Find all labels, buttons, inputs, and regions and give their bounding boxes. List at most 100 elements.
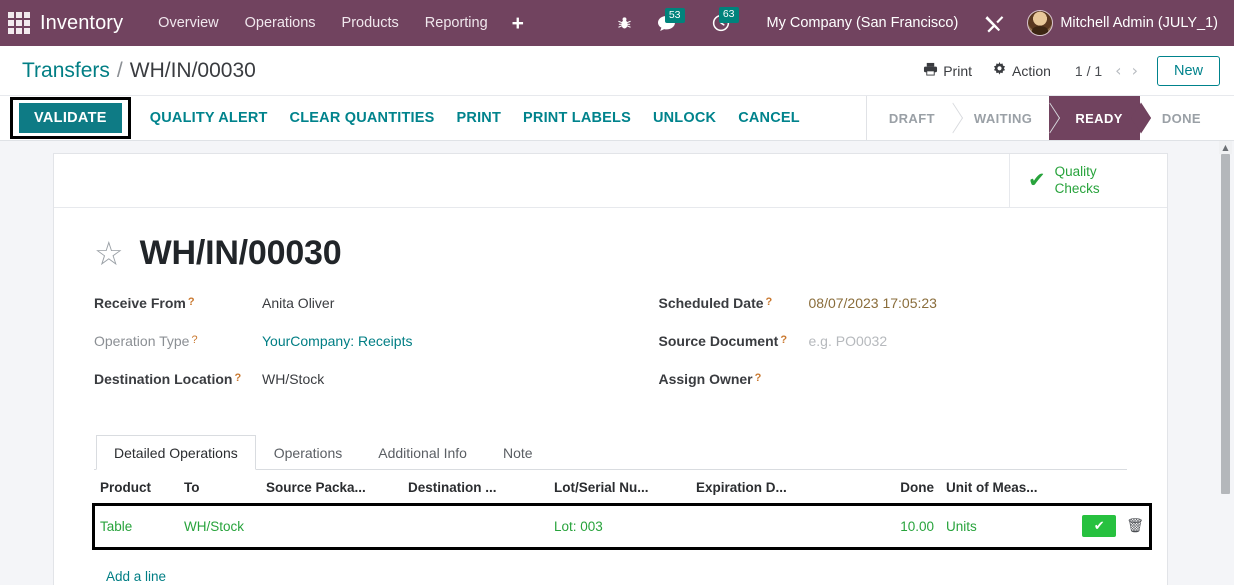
- status-step-draft[interactable]: DRAFT: [866, 96, 952, 140]
- action-label: Action: [1012, 62, 1051, 79]
- help-icon[interactable]: ?: [755, 373, 762, 384]
- user-menu[interactable]: Mitchell Admin (JULY_1): [1019, 7, 1224, 39]
- menu-overview[interactable]: Overview: [145, 9, 231, 37]
- help-icon[interactable]: ?: [191, 335, 197, 346]
- form-column-right: Scheduled Date ? 08/07/2023 17:05:23 Sou…: [611, 295, 1128, 409]
- star-outline-icon[interactable]: ☆: [94, 237, 124, 270]
- gear-icon: [992, 61, 1007, 80]
- new-record-plus-button[interactable]: +: [501, 9, 535, 38]
- vertical-scrollbar[interactable]: ▲: [1219, 141, 1232, 585]
- tab-operations[interactable]: Operations: [256, 435, 360, 470]
- source-document-label-text: Source Document: [658, 333, 779, 349]
- scheduled-date-value[interactable]: 08/07/2023 17:05:23: [809, 295, 937, 311]
- operation-type-label-text: Operation Type: [94, 333, 190, 349]
- printer-icon: [923, 62, 938, 79]
- top-navbar: Inventory Overview Operations Products R…: [0, 0, 1234, 46]
- receive-from-value[interactable]: Anita Oliver: [262, 295, 334, 311]
- column-source-package: Source Packa...: [260, 470, 402, 505]
- cancel-button[interactable]: CANCEL: [727, 102, 811, 134]
- column-done: Done: [866, 470, 940, 505]
- assign-owner-label-text: Assign Owner: [658, 371, 753, 387]
- cell-expiration-date[interactable]: [690, 504, 866, 548]
- messages-count-badge: 53: [664, 7, 685, 23]
- status-step-ready[interactable]: READY: [1049, 96, 1140, 140]
- cell-done[interactable]: 10.00: [866, 504, 940, 548]
- field-operation-type: Operation Type ? YourCompany: Receipts: [94, 333, 611, 355]
- confirm-line-button[interactable]: ✔: [1082, 515, 1117, 537]
- messages-icon[interactable]: 53: [648, 7, 685, 36]
- help-icon[interactable]: ?: [780, 335, 787, 346]
- receive-from-label: Receive From ?: [94, 295, 262, 311]
- table-header: Product To Source Packa... Destination .…: [94, 470, 1150, 505]
- detailed-operations-table: Product To Source Packa... Destination .…: [92, 470, 1152, 585]
- stat-button-box: ✔ Quality Checks: [54, 154, 1167, 208]
- table-row[interactable]: Table WH/Stock Lot: 003 10.00 Units ✔ 🗑: [92, 502, 1152, 550]
- table-body: Table WH/Stock Lot: 003 10.00 Units ✔ 🗑 …: [92, 502, 1152, 585]
- developer-tools-icon[interactable]: [972, 9, 1017, 37]
- clear-quantities-button[interactable]: CLEAR QUANTITIES: [279, 102, 446, 134]
- destination-location-value[interactable]: WH/Stock: [262, 371, 324, 387]
- pager-next-icon[interactable]: ›: [1127, 59, 1143, 82]
- help-icon[interactable]: ?: [234, 373, 241, 384]
- column-to: To: [178, 470, 260, 505]
- apps-grid-icon[interactable]: [6, 10, 32, 36]
- field-receive-from: Receive From ? Anita Oliver: [94, 295, 611, 317]
- cell-destination-package[interactable]: [402, 504, 548, 548]
- quality-checks-label: Quality Checks: [1055, 164, 1100, 197]
- form-fields: Receive From ? Anita Oliver Operation Ty…: [94, 295, 1127, 409]
- scroll-up-arrow-icon[interactable]: ▲: [1219, 141, 1232, 154]
- scheduled-date-label: Scheduled Date ?: [659, 295, 809, 311]
- tab-note[interactable]: Note: [485, 435, 551, 470]
- pager-previous-icon[interactable]: ‹: [1110, 59, 1126, 82]
- source-document-label: Source Document ?: [659, 333, 809, 349]
- print-button[interactable]: Print: [913, 56, 982, 85]
- operation-type-label: Operation Type ?: [94, 333, 262, 349]
- cell-source-package[interactable]: [260, 504, 402, 548]
- form-scroll-area: ✔ Quality Checks ☆ WH/IN/00030 Receive F…: [0, 153, 1234, 585]
- print-labels-button[interactable]: PRINT LABELS: [512, 102, 642, 134]
- source-document-input[interactable]: e.g. PO0032: [809, 333, 888, 349]
- status-step-done[interactable]: DONE: [1139, 96, 1218, 140]
- menu-reporting[interactable]: Reporting: [412, 9, 501, 37]
- breadcrumb-transfers[interactable]: Transfers: [22, 59, 110, 83]
- cell-unit-of-measure[interactable]: Units: [940, 504, 1050, 548]
- tab-additional-info[interactable]: Additional Info: [360, 435, 485, 470]
- print-statusbar-button[interactable]: PRINT: [446, 102, 513, 134]
- cell-product[interactable]: Table: [94, 504, 178, 548]
- column-destination-package: Destination ...: [402, 470, 548, 505]
- breadcrumb-separator: /: [116, 58, 123, 82]
- print-label: Print: [943, 62, 972, 79]
- bug-icon[interactable]: [608, 11, 646, 35]
- quality-alert-button[interactable]: QUALITY ALERT: [139, 102, 279, 134]
- scrollbar-thumb[interactable]: [1221, 154, 1230, 494]
- form-column-left: Receive From ? Anita Oliver Operation Ty…: [94, 295, 611, 409]
- new-button[interactable]: New: [1156, 55, 1220, 86]
- navbar-right-group: 53 63 My Company (San Francisco) Mitchel…: [608, 7, 1224, 39]
- form-view-container: ✔ Quality Checks ☆ WH/IN/00030 Receive F…: [0, 141, 1234, 585]
- help-icon[interactable]: ?: [766, 297, 773, 308]
- operation-type-value[interactable]: YourCompany: Receipts: [262, 333, 412, 349]
- page-title: WH/IN/00030: [139, 234, 342, 272]
- row-action-buttons: ✔ 🗑: [1056, 515, 1144, 537]
- field-destination-location: Destination Location ? WH/Stock: [94, 371, 611, 393]
- validate-button[interactable]: VALIDATE: [19, 103, 122, 133]
- unlock-button[interactable]: UNLOCK: [642, 102, 727, 134]
- quality-checks-line2: Checks: [1054, 180, 1100, 196]
- trash-icon[interactable]: 🗑: [1126, 518, 1144, 534]
- add-a-line-button[interactable]: Add a line: [100, 558, 172, 585]
- menu-products[interactable]: Products: [329, 9, 412, 37]
- tab-detailed-operations[interactable]: Detailed Operations: [96, 435, 256, 470]
- cell-lot-serial[interactable]: Lot: 003: [548, 504, 690, 548]
- action-button[interactable]: Action: [982, 56, 1061, 86]
- activities-clock-icon[interactable]: 63: [703, 7, 739, 36]
- control-panel-actions: Print Action 1 / 1 ‹ › New: [913, 55, 1220, 86]
- cell-to[interactable]: WH/Stock: [178, 504, 260, 548]
- app-brand-inventory[interactable]: Inventory: [40, 12, 123, 35]
- sheet-body: ☆ WH/IN/00030 Receive From ? Anita Olive…: [54, 208, 1167, 585]
- menu-operations[interactable]: Operations: [232, 9, 329, 37]
- quality-checks-stat-button[interactable]: ✔ Quality Checks: [1009, 154, 1167, 207]
- company-switcher[interactable]: My Company (San Francisco): [755, 9, 971, 37]
- avatar: [1027, 10, 1054, 36]
- help-icon[interactable]: ?: [188, 297, 195, 308]
- status-step-waiting[interactable]: WAITING: [951, 96, 1050, 140]
